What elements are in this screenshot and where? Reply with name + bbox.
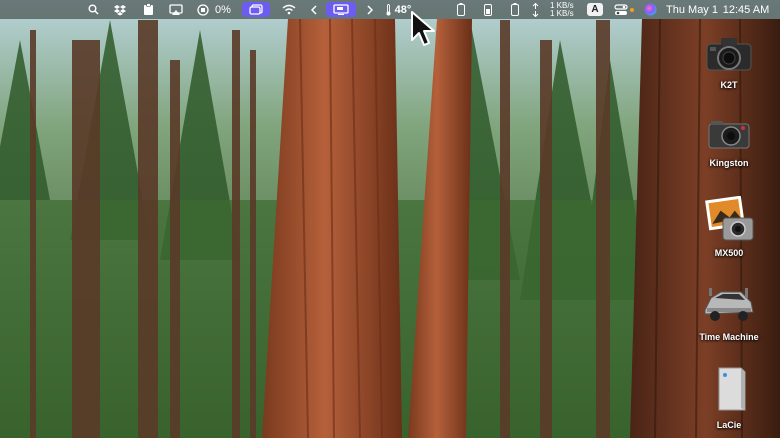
desktop-item-time-machine[interactable]: Time Machine bbox=[691, 280, 767, 342]
search-icon[interactable] bbox=[86, 0, 100, 19]
desktop-item-kingston[interactable]: Kingston bbox=[691, 118, 767, 168]
siri-icon[interactable] bbox=[642, 0, 658, 19]
record-percent: 0% bbox=[215, 3, 231, 16]
external-drive-icon bbox=[718, 367, 746, 411]
wifi-icon[interactable] bbox=[281, 0, 297, 19]
desktop-item-mx500[interactable]: MX500 bbox=[691, 196, 767, 258]
time-machine-icon bbox=[704, 288, 754, 321]
dslr-camera-icon bbox=[706, 38, 752, 71]
desktop-item-k2t[interactable]: K2T bbox=[691, 34, 767, 90]
chevron-left-icon[interactable] bbox=[309, 0, 319, 19]
stop-record-icon[interactable] bbox=[196, 0, 210, 19]
status-dot-icon bbox=[629, 0, 635, 19]
net-down-speed: 1 KB/s bbox=[550, 8, 574, 18]
photo-camera-icon bbox=[705, 196, 754, 241]
stage-manager-icon[interactable] bbox=[242, 2, 270, 17]
desktop-item-lacie[interactable]: LaCie bbox=[691, 364, 767, 430]
desktop: 0% 48° 1 KB/s 1 KB/s A Thu May 1 12:45 A… bbox=[0, 0, 780, 438]
desktop-item-label: LaCie bbox=[716, 420, 742, 430]
clipboard-icon[interactable] bbox=[141, 0, 155, 19]
input-source-icon[interactable]: A bbox=[587, 3, 603, 16]
desktop-item-label: K2T bbox=[720, 80, 738, 90]
mouse-pointer-icon bbox=[411, 11, 435, 46]
screen-share-icon[interactable] bbox=[326, 2, 356, 17]
battery-icon[interactable] bbox=[508, 0, 522, 19]
desktop-item-label: Kingston bbox=[709, 158, 749, 168]
control-center-icon[interactable] bbox=[613, 0, 629, 19]
network-arrows-icon bbox=[530, 0, 540, 19]
desktop-item-label: Time Machine bbox=[699, 332, 759, 342]
menu-bar: 0% 48° 1 KB/s 1 KB/s A Thu May 1 12:45 A… bbox=[0, 0, 780, 19]
airplay-icon[interactable] bbox=[168, 0, 184, 19]
thermometer-icon[interactable] bbox=[384, 0, 392, 19]
network-speed: 1 KB/s 1 KB/s bbox=[550, 0, 580, 19]
battery-icon[interactable] bbox=[481, 0, 495, 19]
desktop-item-label: MX500 bbox=[714, 248, 744, 258]
dropbox-icon[interactable] bbox=[112, 0, 128, 19]
compact-camera-icon bbox=[708, 121, 750, 149]
chevron-right-icon[interactable] bbox=[365, 0, 375, 19]
wallpaper bbox=[0, 0, 780, 438]
menubar-time[interactable]: 12:45 AM bbox=[721, 0, 771, 19]
menubar-date[interactable]: Thu May 1 bbox=[666, 0, 718, 19]
battery-icon[interactable] bbox=[454, 0, 468, 19]
